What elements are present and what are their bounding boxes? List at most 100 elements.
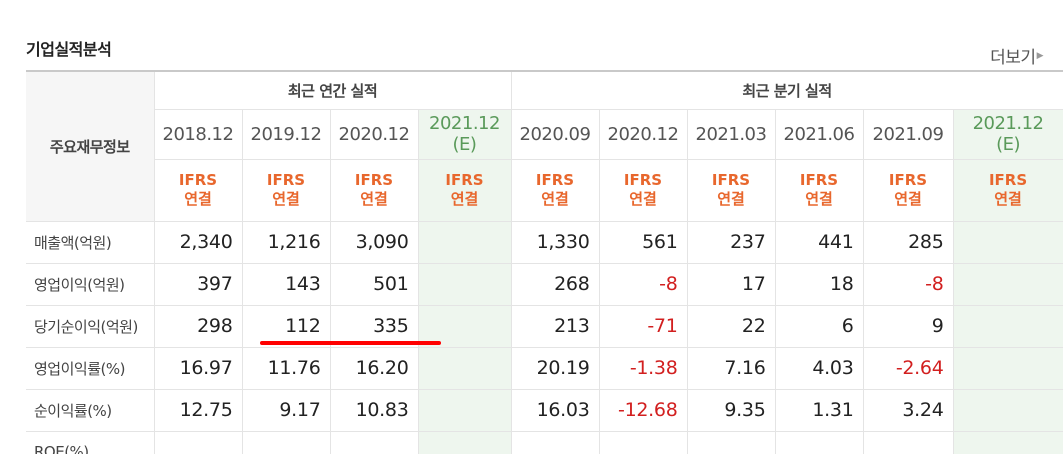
value-cell	[329, 430, 419, 454]
value-cell: -71	[598, 304, 688, 348]
row-label: 당기순이익(억원)	[26, 304, 155, 348]
value-cell: 237	[686, 221, 776, 264]
table-row: 매출액(억원) 2,340 1,216 3,090 1,330 561 237 441 285	[26, 221, 1063, 264]
value-cell	[952, 346, 1063, 390]
value-cell	[952, 262, 1063, 306]
value-cell	[952, 221, 1063, 264]
value-cell: 441	[774, 221, 864, 264]
value-cell: -8	[862, 262, 954, 306]
value-cell: 1,330	[510, 221, 600, 264]
table-row: 당기순이익(억원) 298 112 335 213 -71 22 6 9	[26, 304, 1063, 348]
value-cell: 17	[686, 262, 776, 306]
value-cell: 9.35	[686, 388, 776, 432]
ifrs-label: IFRS 연결	[329, 158, 419, 222]
ifrs-label: IFRS 연결	[774, 158, 864, 222]
value-cell: -8	[598, 262, 688, 306]
more-label: 더보기	[990, 48, 1036, 68]
ifrs-header-row: IFRS 연결 IFRS 연결 IFRS 연결 IFRS 연결 IFRS 연결 IFRS …	[26, 158, 1063, 222]
table-row: ROE(%)	[26, 430, 1063, 454]
value-cell: 16.20	[329, 346, 419, 390]
row-label: 매출액(억원)	[26, 221, 155, 264]
ifrs-label: IFRS 연결	[241, 158, 331, 222]
row-label: 영업이익(억원)	[26, 262, 155, 306]
value-cell: 10.83	[329, 388, 419, 432]
value-cell	[774, 430, 864, 454]
period-header: 2021.12 (E)	[417, 108, 512, 160]
value-cell	[952, 430, 1063, 454]
table-row: 순이익률(%) 12.75 9.17 10.83 16.03 -12.68 9.35 1.31…	[26, 388, 1063, 432]
ifrs-label: IFRS 연결	[686, 158, 776, 222]
corner-header: 주요재무정보	[26, 71, 155, 222]
value-cell	[417, 388, 512, 432]
value-cell: 501	[329, 262, 419, 306]
ifrs-label: IFRS 연결	[952, 158, 1063, 222]
value-cell	[417, 346, 512, 390]
table-row: 영업이익(억원) 397 143 501 268 -8 17 18 -8	[26, 262, 1063, 306]
value-cell: 7.16	[686, 346, 776, 390]
ifrs-label: IFRS 연결	[510, 158, 600, 222]
row-label: ROE(%)	[26, 430, 155, 454]
period-header: 2020.09	[510, 108, 600, 160]
value-cell	[862, 430, 954, 454]
value-cell: 12.75	[153, 388, 243, 432]
value-cell: 22	[686, 304, 776, 348]
value-cell	[241, 430, 331, 454]
period-header: 2018.12	[154, 108, 243, 160]
value-cell: 4.03	[774, 346, 864, 390]
value-cell: 298	[153, 304, 243, 348]
value-cell: 16.03	[510, 388, 600, 432]
period-header: 2021.03	[686, 108, 776, 160]
value-cell: -1.38	[598, 346, 688, 390]
value-cell	[952, 304, 1063, 348]
value-cell	[153, 430, 243, 454]
ifrs-label: IFRS 연결	[417, 158, 512, 222]
value-cell: 143	[241, 262, 331, 306]
value-cell	[686, 430, 776, 454]
value-cell: 1.31	[774, 388, 864, 432]
value-cell: 268	[510, 262, 600, 306]
chevron-right-icon: ▶	[1036, 51, 1044, 61]
ifrs-label: IFRS 연결	[862, 158, 954, 222]
value-cell	[952, 388, 1063, 432]
ifrs-label: IFRS 연결	[154, 158, 243, 222]
ifrs-label: IFRS 연결	[598, 158, 688, 222]
value-cell: 20.19	[510, 346, 600, 390]
table-row: 영업이익률(%) 16.97 11.76 16.20 20.19 -1.38 7.16 4.0…	[26, 346, 1063, 390]
value-cell: 9.17	[241, 388, 331, 432]
value-cell: 16.97	[153, 346, 243, 390]
value-cell: 11.76	[241, 346, 331, 390]
row-label: 영업이익률(%)	[26, 346, 155, 390]
value-cell: 18	[774, 262, 864, 306]
value-cell: 1,216	[241, 221, 331, 264]
quarterly-group-header: 최근 분기 실적	[510, 71, 1063, 110]
value-cell: 2,340	[153, 221, 243, 264]
period-header: 2021.09	[862, 108, 954, 160]
value-cell: 285	[862, 221, 954, 264]
value-cell: 6	[774, 304, 864, 348]
red-underline-annotation	[260, 341, 441, 345]
value-cell: 9	[862, 304, 954, 348]
financial-table: 주요재무정보 최근 연간 실적 최근 분기 실적 2018.12 2019.12 2…	[26, 70, 1063, 454]
table-body: 매출액(억원) 2,340 1,216 3,090 1,330 561 237 441 285 영…	[26, 221, 1063, 454]
value-cell: 561	[598, 221, 688, 264]
value-cell	[417, 430, 512, 454]
value-cell: -2.64	[862, 346, 954, 390]
value-cell: 3,090	[329, 221, 419, 264]
period-header: 2019.12	[241, 108, 331, 160]
period-header: 2021.12 (E)	[952, 108, 1063, 160]
more-link[interactable]: 더보기▶	[990, 43, 1043, 68]
period-header: 2020.12	[598, 108, 688, 160]
value-cell	[417, 221, 512, 264]
value-cell: 3.24	[862, 388, 954, 432]
value-cell: 397	[153, 262, 243, 306]
value-cell	[417, 262, 512, 306]
section-title: 기업실적분석	[26, 40, 112, 59]
period-header-row: 2018.12 2019.12 2020.12 2021.12 (E) 2020.09 2…	[26, 108, 1063, 160]
period-header: 2020.12	[329, 108, 419, 160]
value-cell	[510, 430, 600, 454]
value-cell	[598, 430, 688, 454]
period-header: 2021.06	[774, 108, 864, 160]
value-cell: -12.68	[598, 388, 688, 432]
annual-group-header: 최근 연간 실적	[153, 71, 512, 110]
row-label: 순이익률(%)	[26, 388, 155, 432]
